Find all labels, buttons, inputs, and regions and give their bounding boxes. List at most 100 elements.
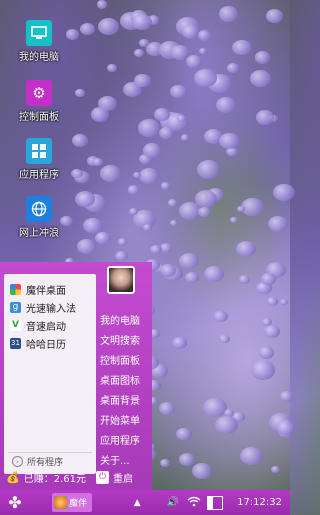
wallpaper-petal <box>139 168 160 185</box>
wallpaper-petal <box>273 183 296 202</box>
wallpaper-petal <box>227 63 239 73</box>
desktop-icon-control-panel[interactable]: ⚙ 控制面板 <box>4 80 74 123</box>
wallpaper-petal <box>96 232 107 241</box>
volume-icon[interactable]: 🔊 <box>167 497 179 508</box>
wallpaper-petal <box>203 128 224 145</box>
shortcut-search[interactable]: 文明搜索 <box>100 332 140 352</box>
start-menu-app-item[interactable]: g 光速输入法 <box>4 298 96 316</box>
wallpaper-petal <box>219 334 230 344</box>
wallpaper-petal <box>265 261 287 279</box>
wallpaper-petal <box>79 193 98 208</box>
wallpaper-petal <box>167 199 178 207</box>
start-menu: 魔伴桌面 g 光速输入法 V 音速启动 31 哈哈日历 › 所有程序 我的电脑 … <box>0 262 152 490</box>
wallpaper-petal <box>265 9 283 23</box>
desktop-icon-internet[interactable]: 网上冲浪 <box>4 196 74 239</box>
wallpaper-petal <box>256 281 272 295</box>
app-icon <box>54 496 67 509</box>
taskbar-app-label: 魔伴 <box>69 499 88 509</box>
wallpaper-petal <box>268 114 278 122</box>
wallpaper-petal <box>232 40 252 56</box>
wallpaper-petal <box>178 253 199 269</box>
wallpaper-petal <box>211 75 223 86</box>
wallpaper-petal <box>262 317 273 326</box>
wallpaper-petal <box>236 205 246 213</box>
expand-tray-icon[interactable]: ▲ <box>134 498 141 508</box>
desktop-icon-my-computer[interactable]: 我的电脑 <box>4 20 74 63</box>
taskbar-app-button[interactable]: 魔伴 <box>52 493 92 512</box>
avatar[interactable] <box>107 266 135 294</box>
wallpaper-petal <box>160 182 171 191</box>
shortcut-start-menu[interactable]: 开始菜单 <box>100 412 140 432</box>
shortcut-my-computer[interactable]: 我的电脑 <box>100 312 140 332</box>
apps-grid-icon <box>26 138 52 164</box>
app-label: 光速输入法 <box>26 303 76 315</box>
wallpaper-petal <box>154 264 166 273</box>
wallpaper-petal <box>280 298 289 306</box>
pinwheel-icon <box>10 283 21 295</box>
wallpaper-petal <box>139 154 152 164</box>
wallpaper-petal <box>263 325 280 339</box>
start-menu-app-item[interactable]: V 音速启动 <box>4 316 96 334</box>
start-menu-app-item[interactable]: 魔伴桌面 <box>4 280 96 298</box>
app-label: 哈哈日历 <box>26 339 66 351</box>
wallpaper-petal <box>83 217 103 234</box>
wallpaper-petal <box>170 44 190 60</box>
wallpaper-petal <box>97 17 120 35</box>
wallpaper-petal <box>75 89 85 97</box>
wallpaper-petal <box>171 337 187 350</box>
wallpaper-petal <box>186 55 203 69</box>
wallpaper-petal <box>213 310 228 323</box>
shortcut-applications[interactable]: 应用程序 <box>100 432 140 452</box>
shortcut-control-panel[interactable]: 控制面板 <box>100 352 140 372</box>
clock[interactable]: 17:12:32 <box>237 497 282 508</box>
wallpaper-petal <box>254 51 271 64</box>
wallpaper-petal <box>133 48 144 57</box>
wallpaper-petal <box>80 22 96 36</box>
wallpaper-petal <box>240 197 264 217</box>
keyboard-icon: g <box>10 301 21 313</box>
wallpaper-petal <box>185 272 199 283</box>
restart-button[interactable]: ⏻ 重启 <box>96 470 133 485</box>
wallpaper-petal <box>165 113 189 131</box>
earnings-display: 💰 已赚：2.61元 <box>0 470 96 485</box>
wallpaper-petal <box>143 224 152 232</box>
wallpaper-petal <box>137 119 160 137</box>
wallpaper-petal <box>128 207 139 216</box>
wallpaper-petal <box>158 402 175 416</box>
wallpaper-petal <box>127 185 140 195</box>
wifi-icon[interactable] <box>187 496 201 510</box>
wallpaper-petal <box>202 398 227 418</box>
wallpaper-petal <box>169 220 178 227</box>
wallpaper-petal <box>198 30 212 41</box>
wallpaper-petal <box>87 156 100 166</box>
start-menu-app-item[interactable]: 31 哈哈日历 <box>4 334 96 352</box>
power-icon: ⏻ <box>96 470 109 484</box>
desktop-icon-label: 控制面板 <box>19 112 59 123</box>
wallpaper-petal <box>215 416 238 435</box>
calendar-icon: 31 <box>10 337 21 349</box>
wallpaper-petal <box>180 133 190 141</box>
wallpaper-petal <box>131 13 152 30</box>
wallpaper-petal <box>250 360 275 380</box>
wallpaper-petal <box>134 73 152 88</box>
start-button[interactable]: ✤ <box>0 490 30 515</box>
shortcut-desktop-icons[interactable]: 桌面图标 <box>100 372 140 392</box>
wallpaper-petal <box>176 114 187 123</box>
wallpaper-petal <box>77 239 96 255</box>
shortcut-desktop-background[interactable]: 桌面背景 <box>100 392 140 412</box>
wallpaper-petal <box>268 215 289 232</box>
taskbar: ✤ 魔伴 ▲ 🔊 17:12:32 <box>0 490 290 515</box>
wallpaper-petal <box>176 427 192 440</box>
wallpaper-petal <box>147 15 160 25</box>
battery-icon[interactable] <box>207 495 224 510</box>
wallpaper-petal <box>232 412 245 422</box>
wallpaper-petal <box>75 190 96 207</box>
wallpaper-petal <box>206 187 224 202</box>
computer-icon <box>26 20 52 46</box>
wallpaper-petal <box>194 68 218 88</box>
wallpaper-petal <box>100 165 122 183</box>
wallpaper-petal <box>236 241 257 258</box>
wallpaper-petal <box>117 238 127 246</box>
desktop-icon-applications[interactable]: 应用程序 <box>4 138 74 181</box>
desktop-icon-label: 网上冲浪 <box>19 228 59 239</box>
